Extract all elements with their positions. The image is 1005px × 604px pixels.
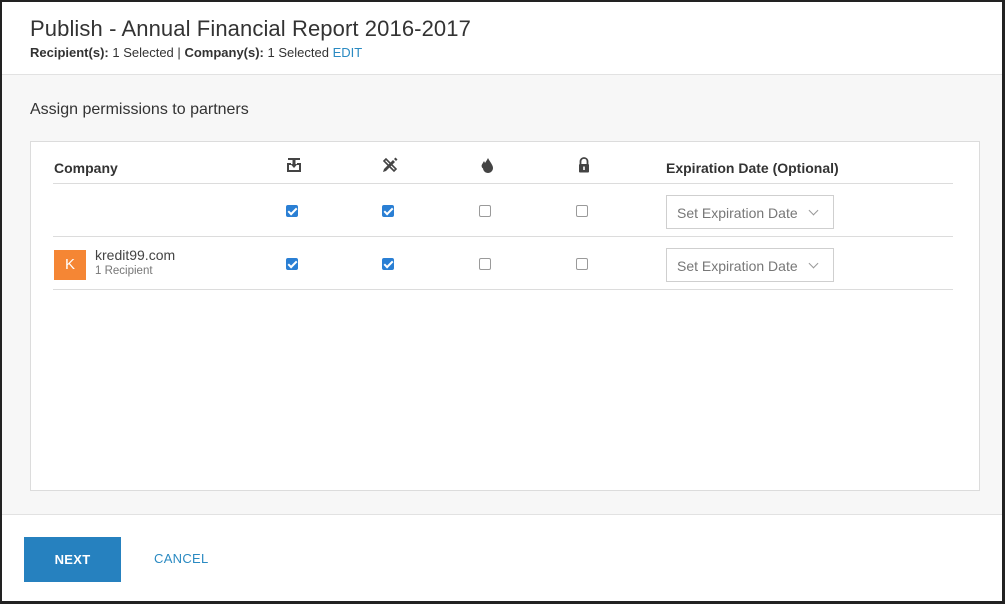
dialog-header: Publish - Annual Financial Report 2016-2… bbox=[2, 2, 1002, 75]
row-download-checkbox[interactable] bbox=[286, 258, 298, 270]
company-recipient-count: 1 Recipient bbox=[95, 265, 153, 277]
company-name: kredit99.com bbox=[95, 247, 176, 263]
row-edit-checkbox[interactable] bbox=[382, 258, 394, 270]
lock-icon bbox=[579, 157, 589, 173]
page-title: Publish - Annual Financial Report 2016-2… bbox=[30, 16, 471, 41]
dialog-footer: NEXT CANCEL bbox=[2, 516, 1002, 601]
avatar: K bbox=[54, 250, 86, 280]
companies-label: Company(s): bbox=[184, 45, 264, 60]
edit-link[interactable]: EDIT bbox=[333, 45, 363, 60]
all-download-checkbox[interactable] bbox=[286, 205, 298, 217]
permissions-panel: Company Expiration Date (Optional) Set E… bbox=[30, 141, 980, 491]
publish-dialog: Publish - Annual Financial Report 2016-2… bbox=[0, 0, 1005, 604]
all-expiration-dropdown[interactable]: Set Expiration Date bbox=[666, 195, 834, 229]
company-column-header: Company bbox=[54, 160, 118, 176]
cancel-button[interactable]: CANCEL bbox=[154, 551, 209, 566]
section-label: Assign permissions to partners bbox=[30, 101, 249, 118]
expiration-column-header: Expiration Date (Optional) bbox=[666, 160, 839, 176]
chevron-down-icon bbox=[808, 258, 819, 269]
recipients-label: Recipient(s): bbox=[30, 45, 109, 60]
next-button[interactable]: NEXT bbox=[24, 537, 121, 582]
chevron-down-icon bbox=[808, 205, 819, 216]
all-edit-checkbox[interactable] bbox=[382, 205, 394, 217]
table-header-row: Company Expiration Date (Optional) bbox=[53, 142, 953, 184]
all-watermark-checkbox[interactable] bbox=[479, 205, 491, 217]
water-drop-icon bbox=[481, 158, 493, 173]
dialog-body: Assign permissions to partners Company E… bbox=[2, 75, 1002, 515]
all-lock-checkbox[interactable] bbox=[576, 205, 588, 217]
row-expiration-dropdown[interactable]: Set Expiration Date bbox=[666, 248, 834, 282]
all-expiration-placeholder: Set Expiration Date bbox=[677, 205, 798, 221]
table-row: K kredit99.com 1 Recipient Set Expiratio… bbox=[53, 237, 953, 290]
download-icon bbox=[287, 158, 301, 172]
permissions-table: Company Expiration Date (Optional) Set E… bbox=[53, 142, 953, 290]
row-lock-checkbox[interactable] bbox=[576, 258, 588, 270]
recipients-value: 1 Selected bbox=[112, 45, 174, 60]
selection-summary: Recipient(s): 1 Selected | Company(s): 1… bbox=[30, 45, 362, 60]
apply-all-row: Set Expiration Date bbox=[53, 184, 953, 237]
summary-separator: | bbox=[177, 45, 181, 60]
companies-value: 1 Selected bbox=[267, 45, 329, 60]
row-watermark-checkbox[interactable] bbox=[479, 258, 491, 270]
pencil-ruler-icon bbox=[382, 157, 398, 173]
row-expiration-placeholder: Set Expiration Date bbox=[677, 258, 798, 274]
